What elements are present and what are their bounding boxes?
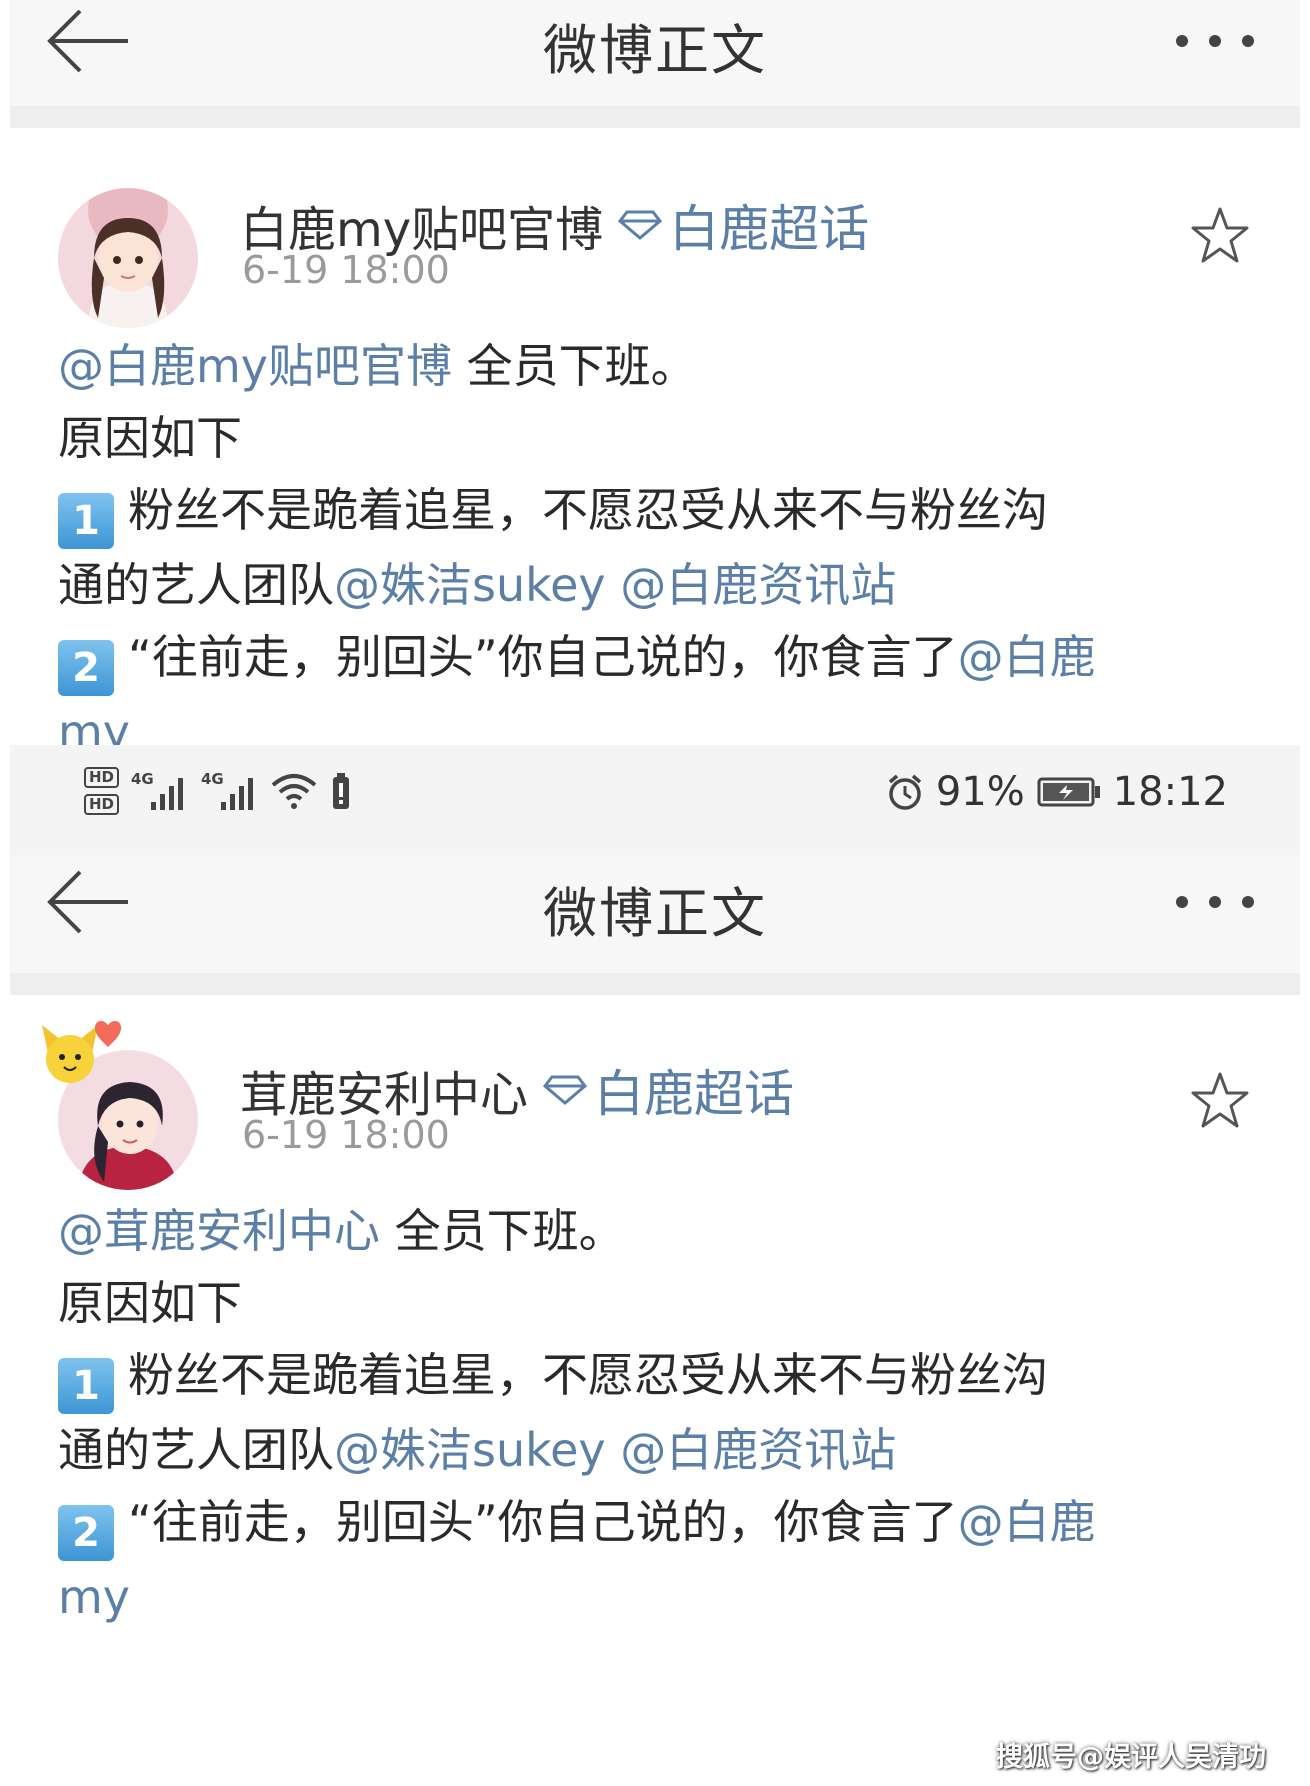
post-line: 通的艺人团队@姝洁sukey @白鹿资讯站	[58, 1414, 1278, 1486]
mention-link[interactable]: @白鹿my贴吧官博	[58, 339, 452, 393]
post-line: @茸鹿安利中心 全员下班。	[58, 1195, 1278, 1267]
post-text: 全员下班。	[452, 339, 697, 393]
page-title: 微博正文	[543, 19, 767, 82]
post-line: 通的艺人团队@姝洁sukey @白鹿资讯站	[58, 549, 1278, 621]
star-icon[interactable]	[1188, 204, 1252, 268]
mention-link[interactable]: @白鹿	[958, 1495, 1096, 1549]
post-text: “往前走，别回头”你自己说的，你食言了	[128, 630, 958, 684]
section-divider	[10, 973, 1300, 995]
post-line: @白鹿my贴吧官博 全员下班。	[58, 330, 1278, 402]
svg-text:4G: 4G	[131, 770, 154, 788]
keycap-number-badge: 1	[58, 493, 114, 549]
super-topic-link[interactable]: 白鹿超话	[669, 189, 869, 261]
avatar[interactable]	[58, 188, 198, 328]
post-line: 原因如下	[58, 411, 242, 465]
section-divider	[10, 106, 1300, 128]
mention-link[interactable]: @白鹿资讯站	[620, 558, 896, 612]
page-title: 微博正文	[543, 882, 767, 945]
post-text: “往前走，别回头”你自己说的，你食言了	[128, 1495, 958, 1549]
battery-percent: 91%	[935, 769, 1025, 815]
source-watermark: 搜狐号@娱评人吴清功	[996, 1742, 1266, 1773]
keycap-number-badge: 1	[58, 1358, 114, 1414]
post-text: 通的艺人团队	[58, 558, 334, 612]
post-text: 通的艺人团队	[58, 1423, 334, 1477]
star-icon[interactable]	[1188, 1069, 1252, 1133]
diamond-icon	[542, 1075, 588, 1105]
hd-badges: HD HD	[84, 767, 120, 815]
post-content: @茸鹿安利中心 全员下班。 原因如下 1 粉丝不是跪着追星，不愿忍受从来不与粉丝沟…	[58, 1195, 1278, 1633]
mention-link[interactable]: @白鹿资讯站	[620, 1423, 896, 1477]
mention-link[interactable]: @茸鹿安利中心	[58, 1204, 380, 1258]
clock-time: 18:12	[1112, 769, 1228, 815]
top-navbar: 微博正文	[10, 0, 1300, 109]
more-options-icon[interactable]	[1170, 26, 1260, 56]
mention-link[interactable]: my	[58, 705, 130, 745]
wifi-icon	[271, 774, 317, 809]
keycap-number-badge: 2	[58, 640, 114, 696]
sticker-icon	[42, 1020, 122, 1083]
post-line: my	[58, 696, 1278, 745]
mention-link[interactable]: @姝洁sukey	[334, 558, 606, 612]
more-options-icon[interactable]	[1170, 887, 1260, 917]
status-left: HD HD 4G 4G	[84, 767, 353, 815]
mention-link[interactable]: @白鹿	[958, 630, 1096, 684]
post-screen-1: 微博正文 白鹿my贴吧官博 白鹿超话 6-19 18:00 @白鹿my贴吧官博 …	[10, 0, 1300, 745]
hd-badge-2: HD	[84, 794, 120, 815]
battery-alert-icon	[333, 773, 350, 809]
post-content: @白鹿my贴吧官博 全员下班。 原因如下 1 粉丝不是跪着追星，不愿忍受从来不与粉…	[58, 330, 1278, 745]
svg-text:4G: 4G	[201, 770, 224, 788]
post-line: 2 “往前走，别回头”你自己说的，你食言了@白鹿	[58, 1486, 1278, 1561]
post-text: 全员下班。	[380, 1204, 625, 1258]
keycap-number-badge: 2	[58, 1505, 114, 1561]
diamond-icon	[618, 210, 663, 240]
post-timestamp: 6-19 18:00	[242, 1113, 450, 1157]
post-line: my	[58, 1561, 1278, 1633]
post-line: 原因如下	[58, 1276, 242, 1330]
post-text: 粉丝不是跪着追星，不愿忍受从来不与粉丝沟	[128, 1348, 1048, 1402]
top-navbar: 微博正文	[10, 855, 1300, 976]
signal-4g-icon: 4G	[131, 770, 184, 810]
post-line: 1 粉丝不是跪着追星，不愿忍受从来不与粉丝沟	[58, 1339, 1278, 1414]
status-right: 91% 18:12	[886, 769, 1228, 815]
post-line: 2 “往前走，别回头”你自己说的，你食言了@白鹿	[58, 621, 1278, 696]
post-screen-2: 微博正文 茸鹿安利中心 白鹿超话 6-19 18:00 @茸鹿安利中心 全员下班…	[10, 855, 1300, 1786]
mention-link[interactable]: @姝洁sukey	[334, 1423, 606, 1477]
post-timestamp: 6-19 18:00	[242, 248, 450, 292]
alarm-clock-icon	[888, 774, 921, 810]
post-text: 粉丝不是跪着追星，不愿忍受从来不与粉丝沟	[128, 483, 1048, 537]
hd-badge-1: HD	[84, 767, 120, 788]
super-topic-link[interactable]: 白鹿超话	[594, 1054, 794, 1126]
battery-charging-icon	[1037, 777, 1100, 807]
signal-4g-icon: 4G	[201, 770, 254, 810]
mention-link[interactable]: my	[58, 1570, 130, 1624]
post-line: 1 粉丝不是跪着追星，不愿忍受从来不与粉丝沟	[58, 474, 1278, 549]
phone-status-bar: HD HD 4G 4G 91% 18:12	[10, 745, 1300, 855]
